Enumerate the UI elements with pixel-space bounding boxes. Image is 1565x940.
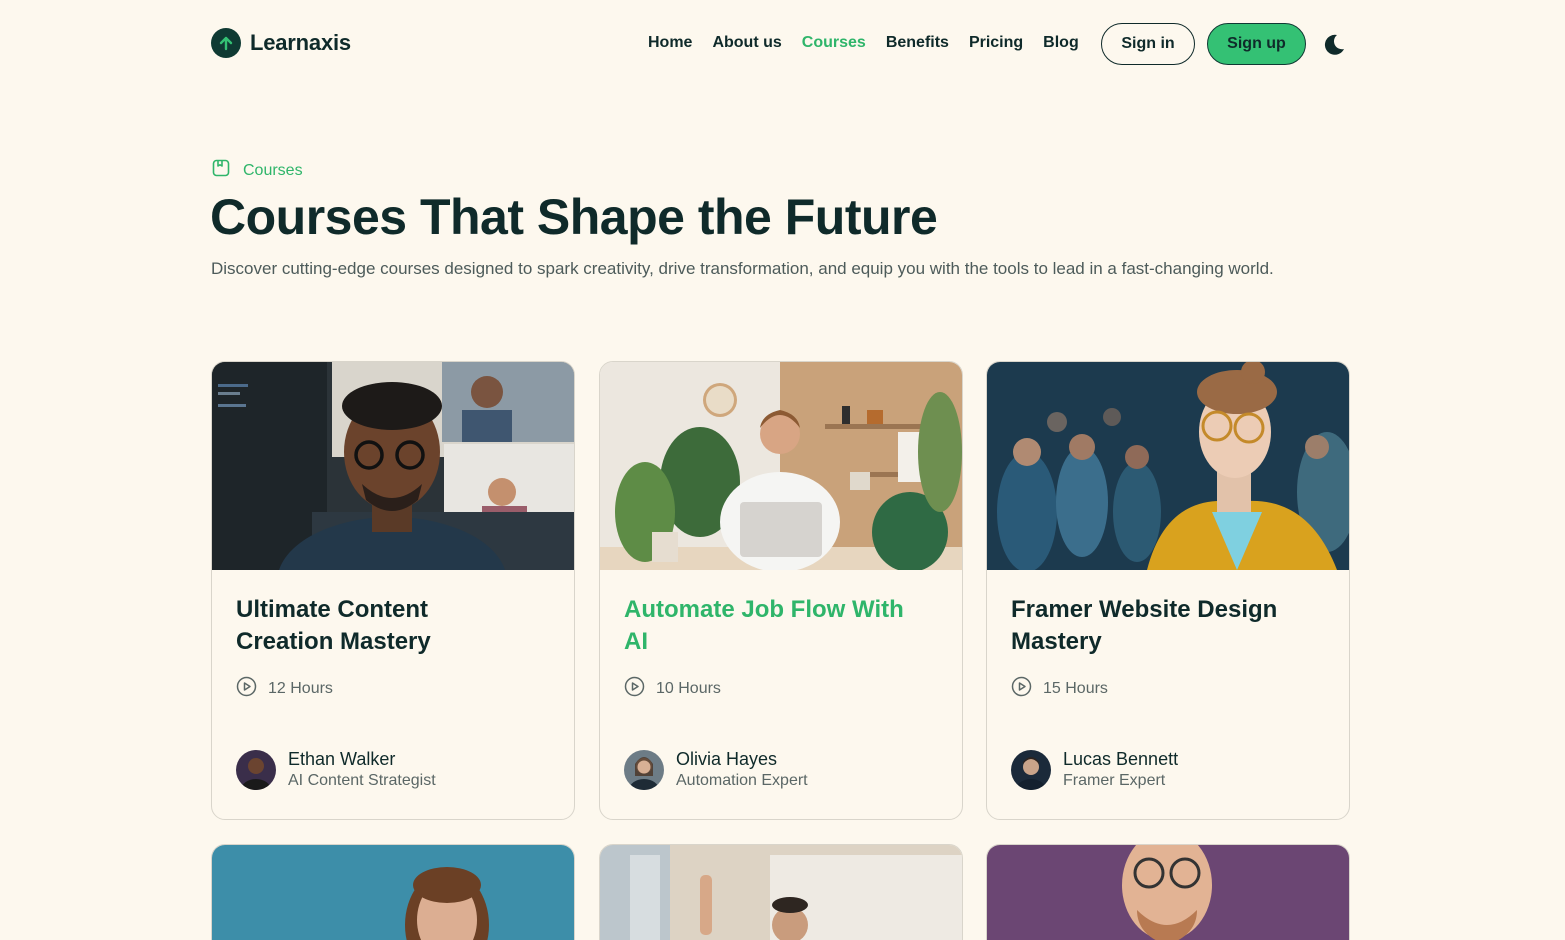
- course-title[interactable]: Framer Website Design Mastery: [1011, 594, 1301, 658]
- site-header: Learnaxis Home About us Courses Benefits…: [211, 22, 1349, 66]
- play-circle-icon: [624, 676, 645, 702]
- nav-item-blog[interactable]: Blog: [1043, 34, 1079, 52]
- play-circle-icon: [1011, 676, 1032, 702]
- section-eyebrow: Courses: [211, 158, 303, 183]
- page-description: Discover cutting-edge courses designed t…: [211, 259, 1274, 278]
- instructor-name: Olivia Hayes: [676, 749, 778, 769]
- nav-item-about[interactable]: About us: [712, 34, 781, 52]
- instructor-role: Framer Expert: [1063, 772, 1166, 789]
- course-card[interactable]: Automate Job Flow With AI 10 Hours Olivi…: [599, 361, 963, 820]
- course-title[interactable]: Automate Job Flow With AI: [624, 594, 914, 658]
- eyebrow-label: Courses: [243, 161, 303, 179]
- course-image: [212, 845, 574, 940]
- instructor-name: Lucas Bennett: [1063, 749, 1179, 769]
- main-nav: Home About us Courses Benefits Pricing B…: [648, 34, 1079, 52]
- nav-item-benefits[interactable]: Benefits: [886, 34, 949, 52]
- page-title: Courses That Shape the Future: [210, 189, 938, 245]
- instructor-name: Ethan Walker: [288, 749, 396, 769]
- moon-icon[interactable]: [1321, 32, 1347, 58]
- avatar: [1011, 750, 1051, 790]
- instructor-role: Automation Expert: [676, 772, 808, 789]
- course-image: [600, 362, 962, 570]
- duration-text: 12 Hours: [268, 680, 333, 697]
- course-duration: 15 Hours: [1011, 676, 1108, 702]
- avatar: [624, 750, 664, 790]
- instructor-role: AI Content Strategist: [288, 772, 436, 789]
- course-image: [212, 362, 574, 570]
- logo-arrow-icon: [211, 28, 241, 58]
- course-card[interactable]: Ultimate Content Creation Mastery 12 Hou…: [211, 361, 575, 820]
- sign-up-button[interactable]: Sign up: [1207, 23, 1306, 65]
- nav-item-home[interactable]: Home: [648, 34, 692, 52]
- book-icon: [211, 158, 231, 183]
- course-duration: 12 Hours: [236, 676, 333, 702]
- course-card[interactable]: [211, 844, 575, 940]
- course-title[interactable]: Ultimate Content Creation Mastery: [236, 594, 526, 658]
- course-card[interactable]: [986, 844, 1350, 940]
- brand-name: Learnaxis: [250, 30, 351, 55]
- nav-item-courses[interactable]: Courses: [802, 34, 866, 52]
- instructor: Ethan Walker AI Content Strategist: [236, 748, 436, 792]
- course-duration: 10 Hours: [624, 676, 721, 702]
- duration-text: 10 Hours: [656, 680, 721, 697]
- course-card[interactable]: [599, 844, 963, 940]
- logo[interactable]: Learnaxis: [211, 28, 351, 58]
- course-card[interactable]: Framer Website Design Mastery 15 Hours L…: [986, 361, 1350, 820]
- course-image: [987, 845, 1349, 940]
- instructor: Lucas Bennett Framer Expert: [1011, 748, 1178, 792]
- duration-text: 15 Hours: [1043, 680, 1108, 697]
- course-image: [987, 362, 1349, 570]
- sign-in-button[interactable]: Sign in: [1101, 23, 1195, 65]
- instructor: Olivia Hayes Automation Expert: [624, 748, 808, 792]
- play-circle-icon: [236, 676, 257, 702]
- nav-item-pricing[interactable]: Pricing: [969, 34, 1023, 52]
- avatar: [236, 750, 276, 790]
- course-image: [600, 845, 962, 940]
